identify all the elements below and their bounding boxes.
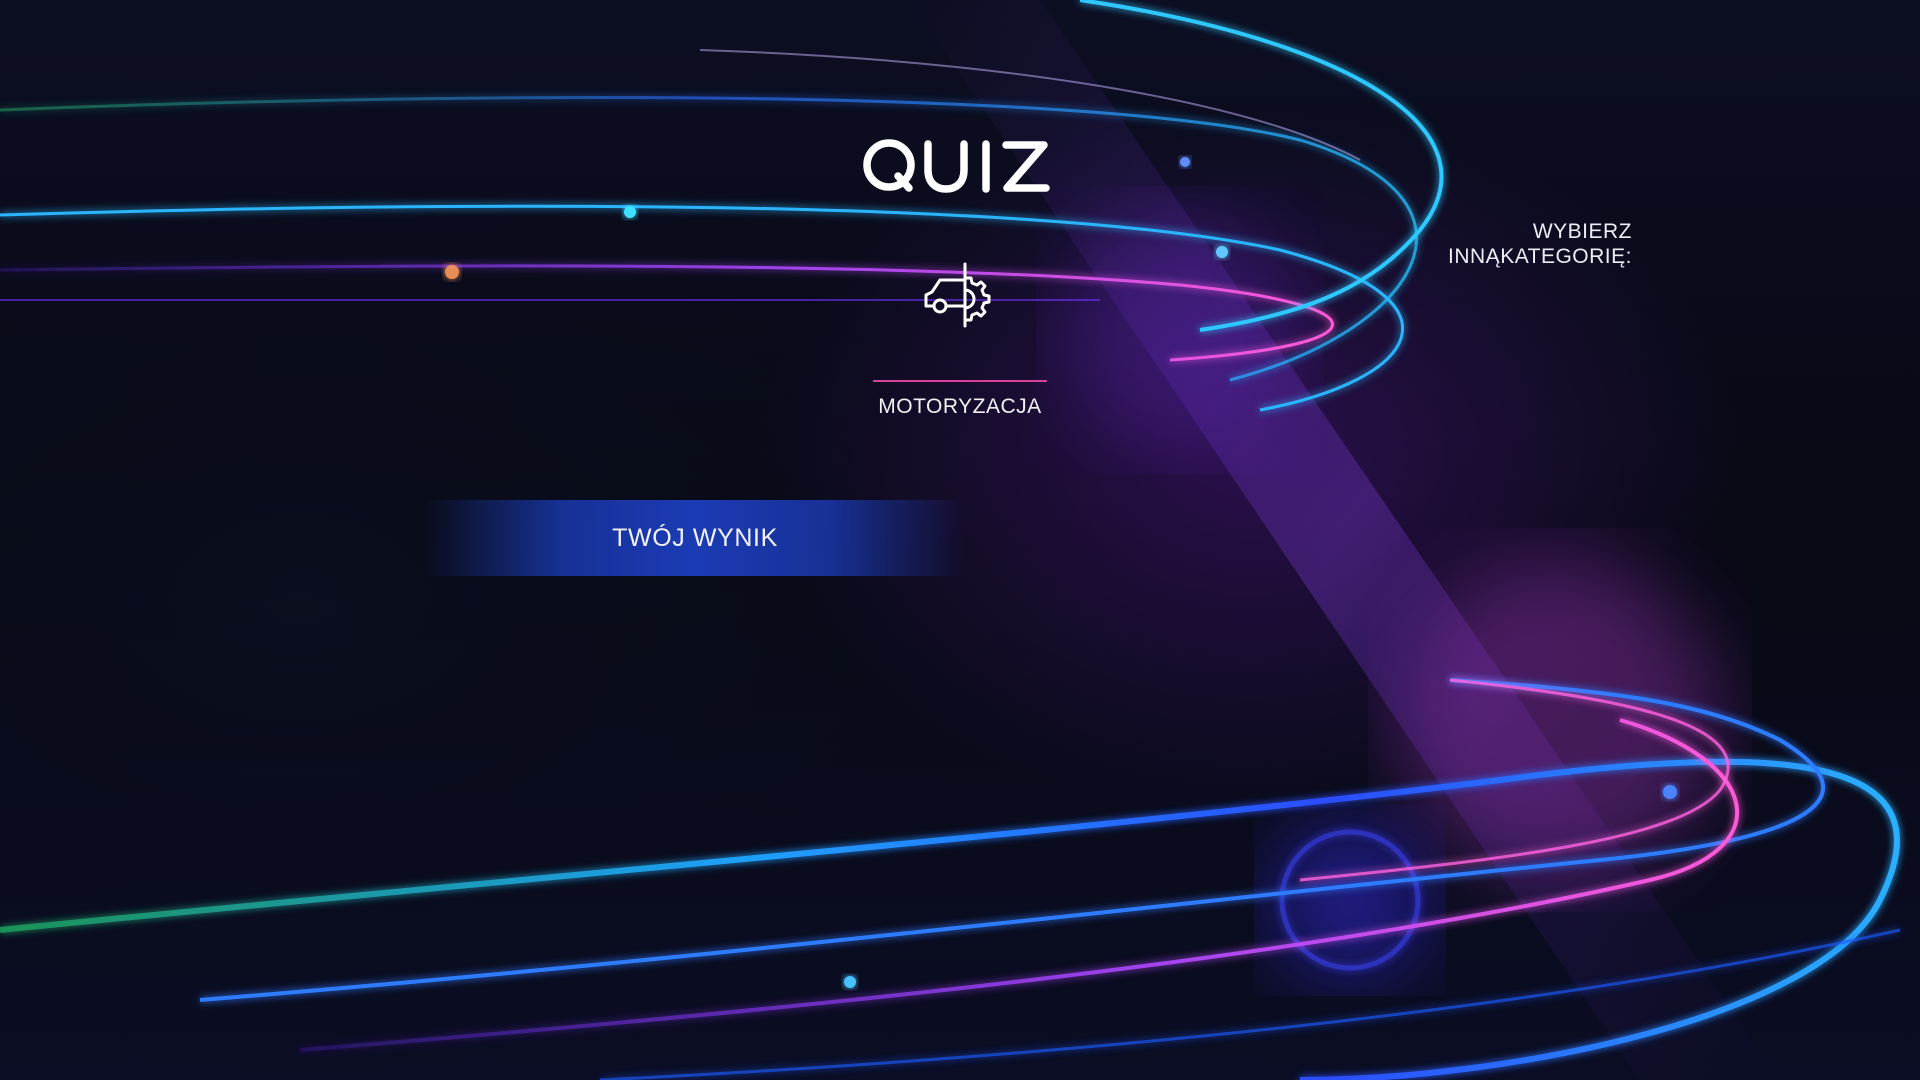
choose-other-category-line2: INNĄKATEGORIĘ: bbox=[1448, 245, 1632, 268]
car-gear-icon bbox=[924, 262, 991, 328]
quiz-screen: MOTORYZACJA WYBIERZ INNĄKATEGORIĘ: TWÓJ … bbox=[0, 0, 1920, 1080]
your-score-button[interactable]: TWÓJ WYNIK bbox=[425, 500, 965, 576]
choose-other-category-link[interactable]: WYBIERZ INNĄKATEGORIĘ: bbox=[1448, 219, 1632, 269]
your-score-label: TWÓJ WYNIK bbox=[612, 523, 778, 552]
choose-other-category-line1: WYBIERZ bbox=[1532, 220, 1632, 243]
category-name: MOTORYZACJA bbox=[878, 395, 1042, 418]
category-divider bbox=[873, 380, 1047, 382]
quiz-logo bbox=[863, 139, 1050, 193]
